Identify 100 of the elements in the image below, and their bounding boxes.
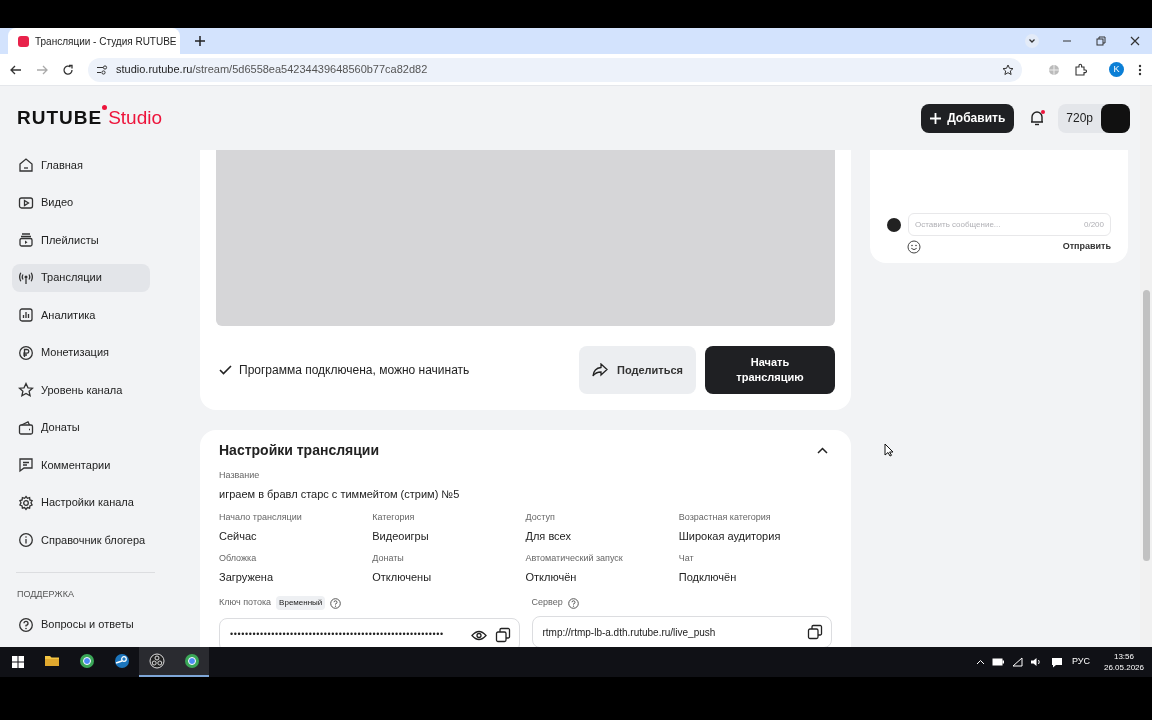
field-value: Широкая аудитория	[678, 528, 782, 544]
copy-icon[interactable]	[807, 624, 823, 640]
message-placeholder: Оставить сообщение...	[915, 218, 1002, 231]
globe-icon	[183, 653, 200, 669]
address-field[interactable]: studio.rutube.ru/stream/5d6558ea54234439648560b77ca82d82	[88, 57, 1022, 82]
sidebar-item[interactable]: Уровень канала	[12, 376, 150, 404]
taskbar-app[interactable]	[139, 647, 174, 677]
plus-icon	[930, 112, 942, 124]
reload-icon[interactable]	[62, 63, 74, 76]
logo-text[interactable]: RUTUBE	[17, 103, 103, 133]
sidebar-item[interactable]: Монетизация	[12, 338, 150, 367]
info-icon	[18, 532, 34, 548]
field-value: Отключён	[525, 569, 578, 585]
status-text: Программа подключена, можно начинать	[239, 362, 471, 379]
site-settings-icon[interactable]	[96, 63, 108, 76]
menu-icon[interactable]	[1138, 63, 1142, 76]
field-label: Название	[219, 469, 261, 482]
sidebar-item[interactable]: Видео	[12, 188, 150, 217]
section-title: Настройки трансляции	[219, 440, 381, 460]
send-button[interactable]: Отправить	[1062, 240, 1111, 254]
field-value: Видеоигры	[372, 528, 430, 544]
character-counter: 0/200	[1083, 218, 1104, 231]
scrollbar[interactable]	[1140, 86, 1152, 647]
check-icon	[219, 365, 232, 375]
folder-icon	[43, 653, 60, 669]
sidebar-item[interactable]: Настройки канала	[12, 488, 150, 517]
emoji-icon[interactable]	[907, 240, 921, 254]
logo-text[interactable]: Studio	[108, 103, 163, 133]
sidebar-item[interactable]: Вопросы и ответы	[12, 610, 150, 639]
scrollbar-thumb[interactable]	[1142, 290, 1150, 561]
bell-icon[interactable]	[1030, 110, 1045, 126]
wallet-icon	[18, 419, 34, 436]
browser-tab[interactable]: Трансляции - Студия RUTUBE	[8, 28, 180, 54]
tab-title: Трансляции - Студия RUTUBE	[35, 34, 177, 49]
steam-icon	[113, 653, 130, 669]
field-value: Загружена	[219, 569, 275, 585]
bar-chart-icon	[18, 307, 34, 323]
restore-icon[interactable]	[1096, 36, 1106, 46]
field-value: Сейчас	[219, 528, 258, 544]
ruble-icon	[18, 344, 34, 361]
field-label: Категория	[372, 511, 416, 524]
language-indicator[interactable]: РУС	[1071, 655, 1090, 669]
sidebar-item[interactable]: Трансляции	[12, 263, 150, 292]
field-label: Начало трансляции	[219, 511, 303, 524]
share-button[interactable]: Поделиться	[579, 346, 696, 394]
user-avatar	[887, 217, 901, 232]
obs-icon	[148, 653, 165, 669]
field-value: Отключены	[372, 569, 433, 585]
sidebar-item[interactable]: Плейлисты	[12, 226, 150, 254]
settings-icon	[18, 494, 34, 511]
help-icon[interactable]	[330, 597, 342, 609]
playlist-icon	[18, 232, 34, 248]
star-icon	[18, 382, 34, 398]
copy-icon[interactable]	[494, 627, 511, 643]
field-value: Для всех	[525, 528, 572, 544]
message-icon[interactable]	[1050, 656, 1063, 668]
windows-start-icon[interactable]	[12, 656, 24, 668]
chevron-icon[interactable]	[817, 446, 828, 454]
sidebar-item[interactable]: Комментарии	[12, 451, 150, 479]
sidebar-item[interactable]: Донаты	[12, 413, 150, 442]
profile-avatar[interactable]: K	[1109, 62, 1124, 77]
sidebar-item[interactable]: Аналитика	[12, 301, 150, 329]
wifi-icon[interactable]	[1011, 657, 1023, 667]
clock-date[interactable]: 26.05.2026	[1103, 662, 1144, 673]
new-tab-icon[interactable]	[195, 36, 205, 46]
site-icon	[18, 35, 29, 47]
field-label: Возрастная категория	[678, 511, 772, 524]
chevron-up-icon[interactable]	[975, 659, 985, 665]
globe-icon	[78, 653, 95, 669]
bookmark-star-icon[interactable]	[1002, 63, 1014, 76]
sidebar-item[interactable]: Справочник блогера	[12, 526, 150, 554]
field-label: Доступ	[525, 511, 556, 524]
share-arrow-icon	[592, 363, 608, 377]
field-value: играем в бравл старс с тиммейтом (стрим) №5	[219, 486, 461, 502]
start-broadcast-button[interactable]: Начать трансляцию	[705, 346, 835, 394]
clock-time[interactable]: 13:56	[1113, 651, 1134, 662]
puzzle-icon[interactable]	[1074, 63, 1087, 76]
eye-icon[interactable]	[470, 629, 487, 641]
field-value: Подключён	[678, 569, 738, 585]
url-text: studio.rutube.ru/stream/5d6558ea54234439648560b77ca82d82	[116, 62, 429, 78]
back-icon[interactable]	[10, 63, 22, 76]
stream-preview-thumbnail	[1101, 103, 1130, 133]
help-icon[interactable]	[567, 597, 579, 609]
volume-icon[interactable]	[1029, 657, 1042, 667]
section-title: ПОДДЕРЖКА	[17, 588, 75, 601]
field-label: Донаты	[372, 552, 405, 565]
sidebar-item[interactable]: Главная	[12, 151, 150, 179]
video-icon	[18, 194, 34, 211]
help-icon	[18, 616, 34, 633]
field-label: Обложка	[219, 552, 258, 565]
field-label: Чат	[678, 552, 695, 565]
mouse-cursor-icon	[884, 443, 894, 457]
battery-icon[interactable]	[991, 658, 1004, 666]
add-button[interactable]: Добавить	[921, 103, 1015, 133]
tab-list-icon[interactable]	[1025, 34, 1039, 48]
field-label: Сервер	[531, 596, 563, 610]
comment-icon	[18, 457, 34, 473]
field-label: Ключ потока	[219, 596, 272, 610]
taskbar-app[interactable]	[174, 647, 209, 677]
close-icon[interactable]	[1130, 36, 1140, 46]
